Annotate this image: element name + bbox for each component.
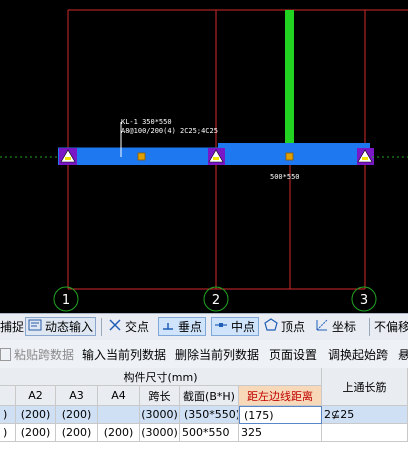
col-header-section[interactable]: 截面(B*H) (180, 386, 239, 406)
dynamic-input-button[interactable]: 动态输入 (25, 317, 97, 336)
table-cell[interactable] (322, 424, 408, 442)
table-cell[interactable]: (350*550) (180, 406, 239, 424)
table-cell[interactable]: (200) (16, 424, 56, 442)
col-header-lead (0, 386, 16, 406)
table-row-lead: ) (0, 406, 16, 424)
axis-label-2: 2 (212, 293, 220, 308)
input-column-data-button[interactable]: 输入当前列数据 (82, 346, 166, 363)
axis-label-1: 1 (62, 293, 70, 308)
table-cell[interactable]: (200) (16, 406, 56, 424)
intersection-label: 交点 (125, 320, 150, 334)
snap-toolbar: 捕捉 动态输入 交点 垂点 中点 顶点 坐标 不偏移 (0, 313, 408, 341)
col-header-a2[interactable]: A2 (16, 386, 56, 406)
vertex-label: 顶点 (281, 320, 306, 334)
active-cell-editor[interactable]: (175) (239, 406, 322, 424)
snap-midpoint-button[interactable]: 中点 (211, 317, 260, 336)
paste-icon (0, 348, 11, 361)
beam-segment-right[interactable] (218, 143, 370, 165)
table-row-lead: ) (0, 424, 16, 442)
coordinate-icon (315, 318, 329, 335)
col-header-a3[interactable]: A3 (56, 386, 98, 406)
midpoint-marker-left[interactable] (137, 152, 146, 161)
separator (369, 318, 370, 336)
support-dot-left (65, 157, 71, 160)
swap-start-span-button[interactable]: 调换起始跨 (328, 346, 388, 363)
cantilever-button[interactable]: 悬 (398, 346, 408, 363)
group-header-component-size: 构件尺寸(mm) (0, 368, 322, 386)
snap-vertex-button[interactable]: 顶点 (264, 317, 305, 336)
table-cell[interactable]: 500*550 (180, 424, 239, 442)
canvas-svg[interactable]: KL-1 350*550 A8@100/200(4) 2C25;4C25 500… (0, 0, 408, 313)
table-cell[interactable]: (3000) (140, 424, 180, 442)
paste-span-data-label: 粘贴跨数据 (14, 348, 75, 362)
drawing-canvas[interactable]: KL-1 350*550 A8@100/200(4) 2C25;4C25 500… (0, 0, 408, 313)
dynamic-input-icon (28, 318, 42, 335)
table-cell[interactable]: (200) (56, 424, 98, 442)
beam-label-line2: A8@100/200(4) 2C25;4C25 (121, 127, 218, 135)
col-header-span-length[interactable]: 跨长 (140, 386, 180, 406)
vertex-icon (264, 318, 278, 335)
green-column (285, 10, 294, 143)
axis-label-3: 3 (360, 293, 368, 308)
intersection-icon (108, 318, 122, 335)
table-toolbar: 粘贴跨数据 输入当前列数据 删除当前列数据 页面设置 调换起始跨 悬 (0, 340, 408, 369)
snap-intersection-button[interactable]: 交点 (108, 317, 149, 336)
table-cell[interactable]: (200) (56, 406, 98, 424)
beam-span-table: 构件尺寸(mm) 上通长筋 A2 A3 A4 跨长 截面(B*H) 距左边线距离… (0, 368, 408, 471)
perpendicular-icon (161, 318, 175, 335)
table-cell[interactable]: 325 (239, 424, 322, 442)
table-cell[interactable]: (3000) (140, 406, 180, 424)
no-offset-label: 不偏移 (374, 320, 408, 334)
page-setup-button[interactable]: 页面设置 (269, 346, 317, 363)
snap-capture-label: 捕捉 (0, 320, 25, 334)
support-dot-right (362, 157, 368, 160)
dynamic-input-label: 动态输入 (45, 320, 94, 334)
snap-coordinate-button[interactable]: 坐标 (315, 317, 356, 336)
table-cell[interactable] (98, 406, 140, 424)
support-dot-mid (213, 157, 219, 160)
snap-capture-button[interactable]: 捕捉 (0, 317, 24, 336)
col-header-top-through-bar[interactable]: 上通长筋 (322, 368, 408, 406)
separator (101, 318, 102, 336)
midpoint-label: 中点 (231, 320, 256, 334)
perpendicular-label: 垂点 (178, 320, 203, 334)
section-label: 500*550 (270, 173, 300, 181)
midpoint-marker-right[interactable] (285, 152, 294, 161)
midpoint-icon (214, 318, 228, 335)
snap-perpendicular-button[interactable]: 垂点 (158, 317, 207, 336)
table-cell[interactable]: 2⊈25 (322, 406, 408, 424)
table-cell[interactable]: (200) (98, 424, 140, 442)
beam-label-line1: KL-1 350*550 (121, 118, 172, 126)
col-header-a4[interactable]: A4 (98, 386, 140, 406)
no-offset-button[interactable]: 不偏移 (374, 317, 408, 336)
coordinate-label: 坐标 (332, 320, 357, 334)
paste-span-data-button[interactable]: 粘贴跨数据 (0, 346, 74, 363)
col-header-left-edge-distance[interactable]: 距左边线距离 (239, 386, 322, 406)
delete-column-data-button[interactable]: 删除当前列数据 (175, 346, 259, 363)
